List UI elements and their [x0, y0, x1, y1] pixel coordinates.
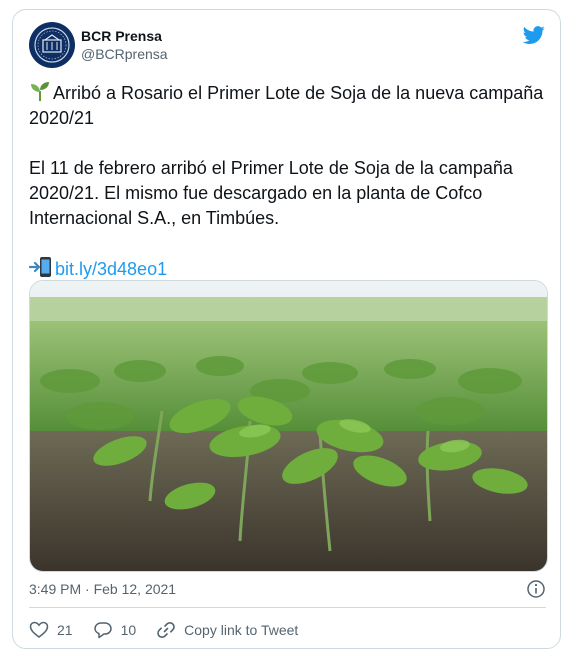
like-button[interactable]: 21	[29, 620, 73, 640]
reply-button[interactable]: 10	[93, 620, 137, 640]
info-icon[interactable]	[526, 579, 546, 599]
display-name[interactable]: BCR Prensa	[81, 27, 168, 45]
seedling-icon	[31, 82, 49, 101]
reply-count: 10	[120, 622, 137, 638]
shortened-link[interactable]: bit.ly/3d48eo1	[55, 259, 167, 279]
mobile-arrow-icon	[29, 257, 51, 277]
tweet-actions: 21 10 Copy link to Tweet	[29, 618, 318, 642]
tweet-text: Arribó a Rosario el Primer Lote de Soja …	[29, 80, 544, 282]
like-count: 21	[57, 622, 73, 638]
divider	[29, 607, 546, 608]
tweet-body: El 11 de febrero arribó el Primer Lote d…	[29, 158, 513, 228]
user-handle[interactable]: @BCRprensa	[81, 45, 168, 63]
tweet-link-line: bit.ly/3d48eo1	[29, 256, 544, 282]
tweet-image[interactable]	[29, 280, 548, 572]
bcr-logo-icon	[31, 24, 73, 66]
tweet-headline-line: Arribó a Rosario el Primer Lote de Soja …	[29, 80, 544, 131]
heart-icon	[29, 621, 49, 638]
soybean-field-photo	[30, 281, 547, 571]
twitter-bird-icon[interactable]	[522, 24, 546, 46]
tweet-headline: Arribó a Rosario el Primer Lote de Soja …	[29, 83, 544, 128]
author-names: BCR Prensa @BCRprensa	[81, 27, 168, 63]
tweet-timestamp[interactable]: 3:49 PM · Feb 12, 2021	[29, 581, 176, 597]
reply-icon	[93, 622, 112, 639]
copy-link-button[interactable]: Copy link to Tweet	[156, 620, 298, 640]
copy-link-label: Copy link to Tweet	[184, 622, 299, 638]
link-icon	[157, 622, 175, 638]
tweet-header: BCR Prensa @BCRprensa	[29, 22, 546, 70]
tweet-meta: 3:49 PM · Feb 12, 2021	[29, 579, 546, 599]
avatar[interactable]	[29, 22, 75, 68]
tweet-card[interactable]: BCR Prensa @BCRprensa Arribó a Rosario e…	[12, 9, 561, 649]
